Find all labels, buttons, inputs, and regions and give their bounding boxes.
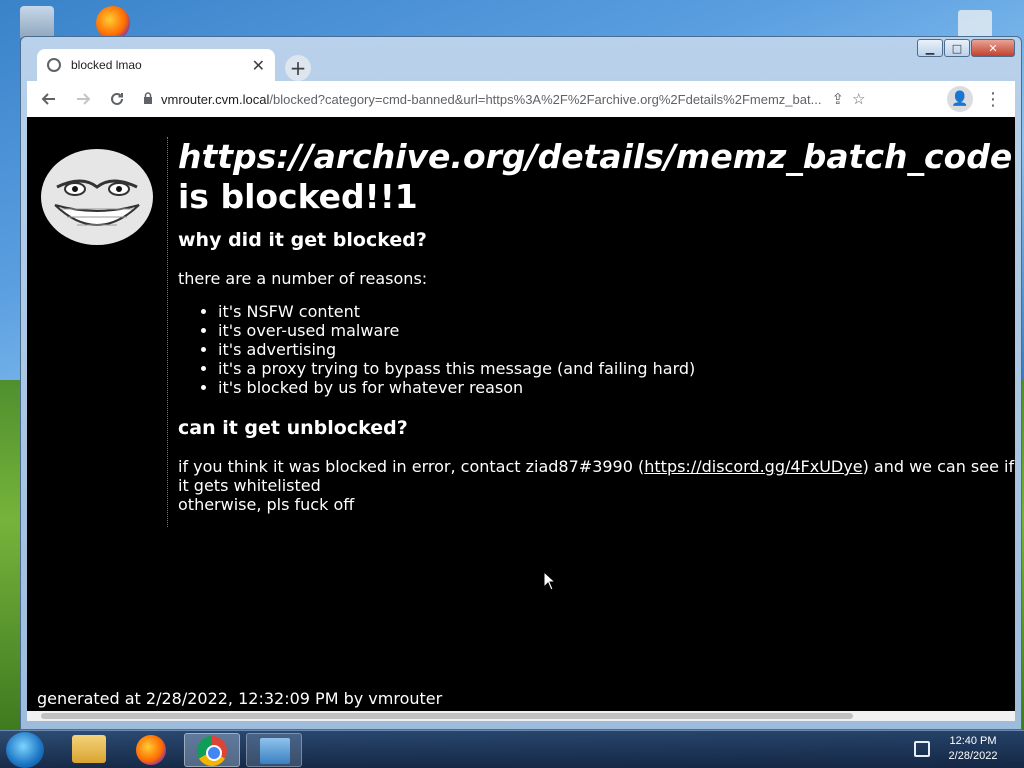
blocked-heading: is blocked!!1 [178, 177, 418, 216]
lock-icon[interactable] [143, 91, 153, 107]
contact-text: if you think it was blocked in error, co… [178, 457, 1015, 514]
tab-strip: blocked lmao ✕ + [27, 45, 1011, 81]
forward-arrow-icon[interactable] [69, 85, 97, 113]
globe-icon [47, 58, 61, 72]
page-viewport: https://archive.org/details/memz_batch_c… [27, 117, 1015, 721]
share-icon[interactable]: ⇪ [831, 90, 844, 108]
list-item: it's over-used malware [218, 321, 1015, 340]
firefox-icon[interactable] [96, 6, 130, 40]
troll-face-icon [41, 149, 153, 245]
clock-date: 2/28/2022 [948, 750, 998, 762]
reload-icon[interactable] [103, 85, 131, 113]
chrome-icon [197, 736, 227, 766]
horizontal-scrollbar[interactable] [27, 711, 1015, 721]
url-path: /blocked?category=cmd-banned&url=https%3… [269, 91, 822, 107]
list-item: it's blocked by us for whatever reason [218, 378, 1015, 397]
windows-start-icon[interactable] [6, 732, 44, 768]
generated-footer: generated at 2/28/2022, 12:32:09 PM by v… [37, 689, 443, 708]
contact-prefix: if you think it was blocked in error, co… [178, 457, 645, 476]
system-clock[interactable]: 12:40 PM 2/28/2022 [938, 734, 1008, 764]
otherwise-text: otherwise, pls fuck off [178, 495, 355, 514]
clock-time: 12:40 PM [949, 735, 997, 747]
omnibox-icons: ⇪ ☆ [831, 90, 865, 108]
browser-window: ▁ □ ✕ blocked lmao ✕ + vmrouter.cvm.loca… [20, 36, 1022, 730]
block-message: https://archive.org/details/memz_batch_c… [167, 137, 1015, 527]
menu-icon[interactable]: ⋮ [979, 85, 1007, 113]
profile-icon[interactable]: 👤 [947, 86, 973, 112]
address-bar[interactable]: vmrouter.cvm.local/blocked?category=cmd-… [137, 84, 941, 114]
chrome-taskbar-button[interactable] [184, 733, 240, 767]
unblock-heading: can it get unblocked? [178, 417, 408, 439]
control-panel-icon [260, 738, 290, 764]
list-item: it's advertising [218, 340, 1015, 359]
firefox-taskbar-icon[interactable] [136, 735, 166, 765]
list-item: it's a proxy trying to bypass this messa… [218, 359, 1015, 378]
recycle-bin-icon[interactable] [20, 6, 54, 40]
discord-link[interactable]: https://discord.gg/4FxUDye [644, 457, 862, 476]
why-heading: why did it get blocked? [178, 229, 427, 251]
tab-close-icon[interactable]: ✕ [252, 56, 265, 75]
tab-blocked[interactable]: blocked lmao ✕ [37, 49, 275, 81]
network-icon[interactable] [914, 741, 930, 757]
browser-toolbar: vmrouter.cvm.local/blocked?category=cmd-… [27, 81, 1015, 117]
tab-title: blocked lmao [71, 58, 142, 72]
scrollbar-thumb[interactable] [41, 713, 853, 719]
star-icon[interactable]: ☆ [852, 90, 865, 108]
taskbar: 12:40 PM 2/28/2022 [0, 730, 1024, 768]
reasons-list: it's NSFW content it's over-used malware… [218, 302, 1015, 397]
url-host: vmrouter.cvm.local [161, 91, 270, 107]
explorer-icon[interactable] [72, 735, 106, 763]
back-arrow-icon[interactable] [35, 85, 63, 113]
list-item: it's NSFW content [218, 302, 1015, 321]
mouse-cursor-icon [543, 571, 557, 591]
control-panel-taskbar-button[interactable] [246, 733, 302, 767]
blocked-url-heading: https://archive.org/details/memz_batch_c… [178, 137, 1013, 176]
reasons-intro: there are a number of reasons: [178, 269, 428, 288]
new-tab-button[interactable]: + [285, 55, 311, 81]
